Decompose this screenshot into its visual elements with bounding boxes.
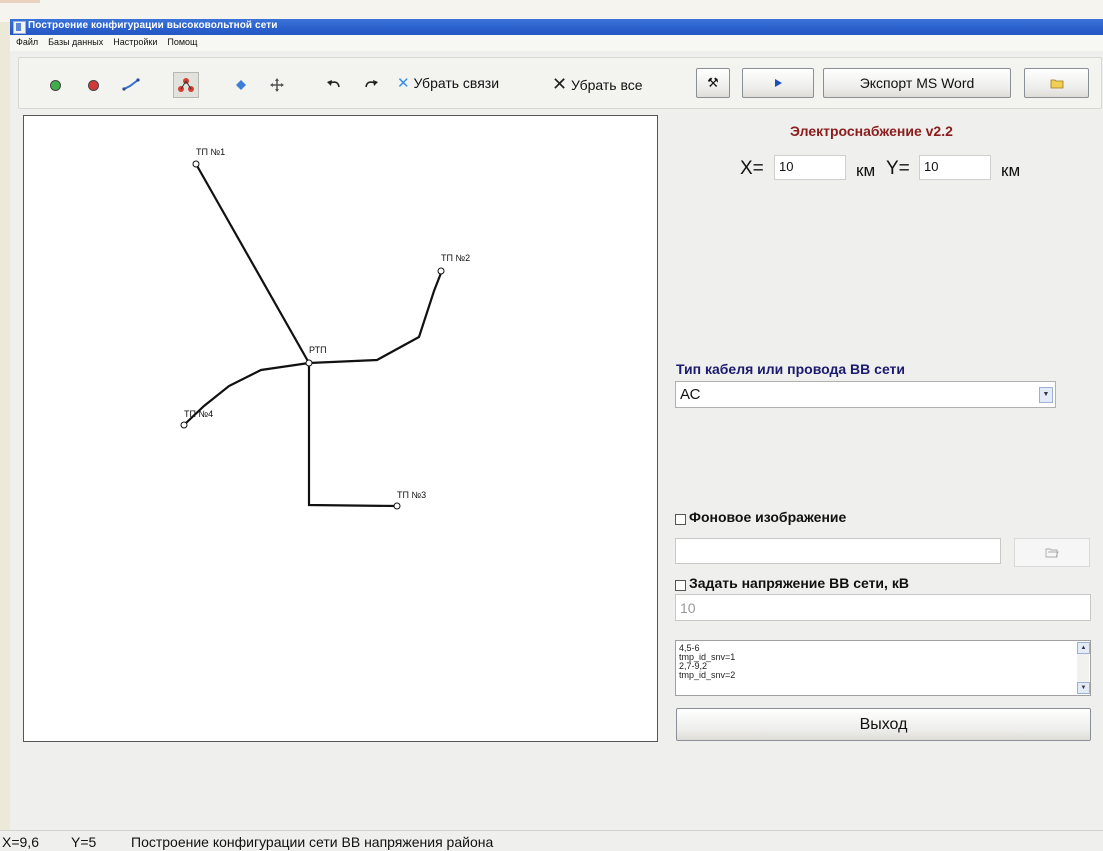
play-icon bbox=[775, 79, 782, 87]
open-folder-button[interactable] bbox=[1024, 68, 1089, 98]
log-line: 4,5-6 bbox=[679, 643, 700, 653]
undo-icon bbox=[327, 80, 340, 88]
move-tool-button[interactable] bbox=[265, 73, 289, 97]
node-rtp[interactable] bbox=[305, 359, 313, 367]
diamond-icon bbox=[236, 80, 246, 90]
x-unit: км bbox=[856, 161, 876, 180]
y-unit: км bbox=[1001, 161, 1021, 180]
menu-bar: Файл Базы данных Настройки Помощ bbox=[10, 35, 1103, 51]
node-tp3[interactable] bbox=[393, 502, 401, 510]
export-word-button[interactable]: Экспорт MS Word bbox=[823, 68, 1011, 98]
title-bar bbox=[0, 0, 1103, 35]
undo-button[interactable] bbox=[322, 73, 346, 97]
line-rtp-tp2[interactable] bbox=[308, 272, 443, 365]
connect-tool-button[interactable] bbox=[119, 73, 143, 97]
remove-links-label: Убрать связи bbox=[413, 75, 500, 91]
voltage-input[interactable]: 10 bbox=[675, 594, 1091, 621]
chevron-up-icon[interactable]: ▲ bbox=[1077, 642, 1090, 654]
menu-databases[interactable]: Базы данных bbox=[42, 35, 107, 47]
background-path-input[interactable] bbox=[675, 538, 1001, 564]
network-tool-button[interactable] bbox=[173, 72, 199, 98]
background-checkbox[interactable] bbox=[675, 514, 686, 525]
label-tp3: ТП №3 bbox=[397, 490, 426, 500]
x-label: X= bbox=[740, 158, 764, 179]
run-button[interactable] bbox=[742, 68, 814, 98]
connect-icon bbox=[122, 78, 140, 91]
window-title: Построение конфигурации высоковольтной с… bbox=[28, 20, 278, 31]
line-rtp-tp3[interactable] bbox=[307, 363, 397, 508]
node-tp1[interactable] bbox=[192, 160, 200, 168]
toolbar: ✕ Убрать связи ✕ Убрать все ⚒ Экспорт MS… bbox=[18, 57, 1102, 109]
background-label: Фоновое изображение bbox=[689, 509, 847, 525]
browse-background-button[interactable] bbox=[1014, 538, 1090, 567]
add-red-node-button[interactable] bbox=[81, 73, 105, 97]
line-rtp-tp1[interactable] bbox=[195, 163, 310, 364]
y-size-input[interactable]: 10 bbox=[919, 155, 991, 180]
tools-button[interactable]: ⚒ bbox=[696, 68, 730, 98]
diamond-tool-button[interactable] bbox=[229, 73, 253, 97]
node-tp2[interactable] bbox=[437, 267, 445, 275]
close-icon: ✕ bbox=[397, 75, 410, 92]
move-icon bbox=[270, 78, 284, 92]
redo-button[interactable] bbox=[359, 73, 383, 97]
network-icon bbox=[178, 78, 194, 92]
app-version-title: Электроснабжение v2.2 bbox=[790, 123, 953, 139]
export-word-label: Экспорт MS Word bbox=[859, 75, 975, 91]
log-scrollbar[interactable]: ▲ ▼ bbox=[1077, 642, 1090, 694]
node-tp4[interactable] bbox=[180, 421, 188, 429]
network-diagram: ТП №1 ТП №2 РТП ТП №4 ТП №3 bbox=[180, 147, 470, 510]
network-canvas[interactable]: ТП №1 ТП №2 РТП ТП №4 ТП №3 bbox=[23, 115, 658, 742]
menu-file[interactable]: Файл bbox=[10, 35, 42, 47]
y-label: Y= bbox=[886, 158, 910, 179]
log-line: 2,7-9,2 bbox=[679, 661, 708, 671]
log-list[interactable]: 4,5-6 tmp_id_snv=1 2,7-9,2 tmp_id_snv=2 … bbox=[675, 640, 1091, 696]
label-tp1: ТП №1 bbox=[196, 147, 225, 157]
remove-all-label: Убрать все bbox=[570, 77, 643, 93]
voltage-label: Задать напряжение ВВ сети, кВ bbox=[689, 575, 909, 591]
label-tp2: ТП №2 bbox=[441, 253, 470, 263]
chevron-down-icon[interactable]: ▼ bbox=[1039, 387, 1053, 403]
redo-icon bbox=[365, 80, 378, 88]
folder-icon bbox=[1050, 79, 1063, 88]
status-y: Y=5 bbox=[71, 834, 97, 850]
x-size-input[interactable]: 10 bbox=[774, 155, 846, 180]
remove-links-button[interactable]: ✕ Убрать связи bbox=[397, 74, 499, 92]
tools-icon: ⚒ bbox=[707, 75, 719, 90]
voltage-checkbox[interactable] bbox=[675, 580, 686, 591]
chevron-down-icon[interactable]: ▼ bbox=[1077, 682, 1090, 694]
app-icon bbox=[13, 21, 26, 34]
cable-type-value: АС bbox=[680, 386, 701, 403]
cable-type-select[interactable]: АС ▼ bbox=[675, 381, 1056, 408]
exit-label: Выход bbox=[859, 715, 908, 733]
remove-all-button[interactable]: ✕ Убрать все bbox=[552, 74, 643, 95]
menu-help[interactable]: Помощ bbox=[161, 35, 201, 47]
green-node-icon bbox=[49, 79, 61, 91]
menu-settings[interactable]: Настройки bbox=[107, 35, 161, 47]
log-line: tmp_id_snv=2 bbox=[679, 670, 736, 680]
cable-type-label: Тип кабеля или провода ВВ сети bbox=[676, 361, 906, 377]
status-message: Построение конфигурации сети ВВ напряжен… bbox=[131, 834, 494, 850]
label-tp4: ТП №4 bbox=[184, 409, 213, 419]
log-line: tmp_id_snv=1 bbox=[679, 652, 736, 662]
add-green-node-button[interactable] bbox=[43, 73, 67, 97]
status-x: X=9,6 bbox=[2, 834, 39, 850]
close-icon: ✕ bbox=[552, 74, 568, 94]
status-bar: X=9,6 Y=5 Построение конфигурации сети В… bbox=[0, 830, 1103, 851]
top-edge bbox=[0, 0, 40, 3]
exit-button[interactable]: Выход bbox=[676, 708, 1091, 741]
open-folder-icon bbox=[1045, 548, 1059, 558]
red-node-icon bbox=[87, 79, 99, 91]
label-rtp: РТП bbox=[309, 345, 327, 355]
